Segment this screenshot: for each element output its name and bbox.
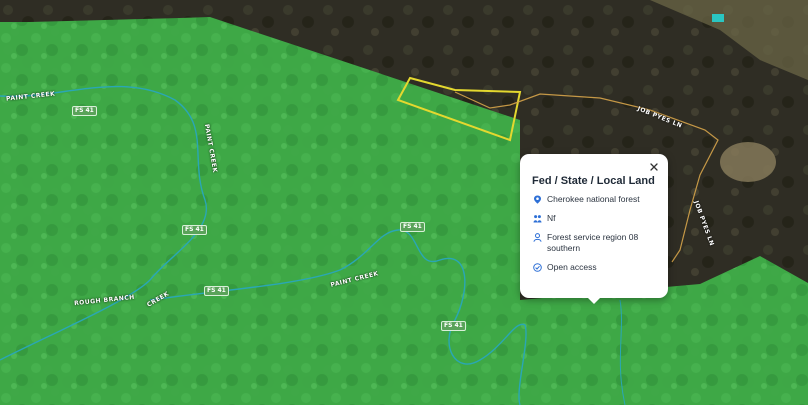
property-row: Open access <box>533 262 659 273</box>
agent-icon <box>533 233 542 242</box>
shield-pin-icon <box>534 195 541 204</box>
people-icon <box>533 215 542 223</box>
map-view[interactable]: PAINT CREEK PAINT CREEK PAINT CREEK ROUG… <box>0 0 808 405</box>
close-icon[interactable] <box>647 160 661 174</box>
route-shield-fs41: FS 41 <box>182 225 207 235</box>
property-row: Cherokee national forest <box>533 194 659 205</box>
clearing-patch <box>720 142 776 182</box>
route-shield-fs41: FS 41 <box>400 222 425 232</box>
route-shield-fs41: FS 41 <box>72 106 97 116</box>
pond <box>712 14 724 22</box>
property-text: Open access <box>547 262 597 272</box>
map-canvas[interactable] <box>0 0 808 405</box>
property-text: Nf <box>547 213 556 223</box>
property-row: Nf <box>533 213 659 224</box>
property-text: Forest service region 08 southern <box>547 232 639 253</box>
check-circle-icon <box>533 263 542 272</box>
route-shield-fs41: FS 41 <box>204 286 229 296</box>
land-info-popup: Fed / State / Local Land Cherokee nation… <box>520 154 668 304</box>
popup-title: Fed / State / Local Land <box>532 175 655 187</box>
property-text: Cherokee national forest <box>547 194 640 204</box>
property-row: Forest service region 08 southern <box>533 232 659 254</box>
close-button[interactable] <box>647 160 661 174</box>
route-shield-fs41: FS 41 <box>441 321 466 331</box>
